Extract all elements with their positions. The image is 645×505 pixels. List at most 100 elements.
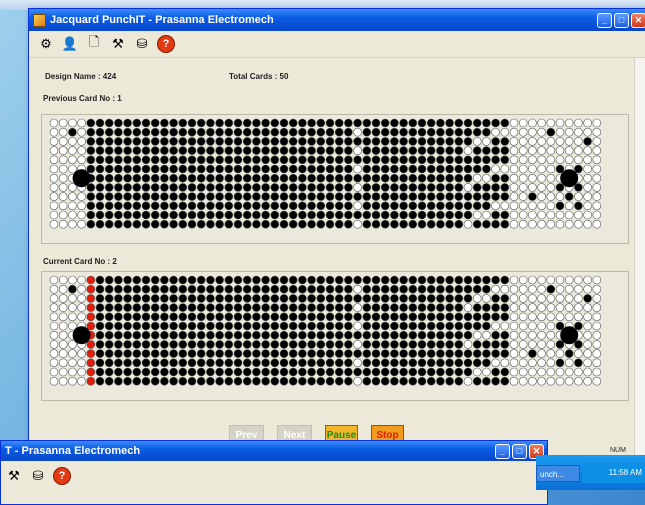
punch-hole xyxy=(509,294,519,303)
database-icon[interactable]: ⛁ xyxy=(29,467,47,485)
help-icon[interactable]: ? xyxy=(157,35,175,53)
punch-hole xyxy=(491,127,500,137)
maximize-icon[interactable]: □ xyxy=(614,12,629,28)
punch-hole xyxy=(555,275,565,285)
punch-hole xyxy=(316,155,326,165)
marker-hole xyxy=(560,326,579,345)
punch-hole xyxy=(491,173,500,183)
punch-hole xyxy=(104,349,114,358)
punch-hole xyxy=(288,173,298,183)
help-icon[interactable]: ? xyxy=(53,467,71,485)
punch-hole xyxy=(491,340,500,349)
punch-hole xyxy=(68,340,77,349)
punch-hole xyxy=(242,219,252,229)
database-icon[interactable]: ⛁ xyxy=(133,35,151,53)
punch-hole xyxy=(436,155,445,165)
punch-hole xyxy=(380,349,390,358)
punch-hole xyxy=(215,312,224,322)
punch-hole xyxy=(114,340,123,349)
punch-hole xyxy=(233,303,243,312)
punch-hole xyxy=(482,192,491,201)
punch-hole xyxy=(353,321,362,331)
punch-hole xyxy=(408,358,418,368)
punch-hole xyxy=(564,118,574,128)
punch-hole xyxy=(95,367,105,377)
minimize-icon[interactable]: _ xyxy=(495,443,510,459)
punch-hole xyxy=(518,137,528,146)
punch-hole xyxy=(288,183,298,192)
punch-hole xyxy=(518,164,528,174)
punch-hole xyxy=(454,312,464,322)
punch-hole xyxy=(325,127,335,137)
punch-hole xyxy=(334,321,344,331)
punch-hole xyxy=(150,358,160,368)
punch-hole xyxy=(353,192,362,201)
punch-hole xyxy=(178,219,188,229)
punch-hole xyxy=(574,146,583,155)
marker-hole xyxy=(72,169,91,188)
punch-hole xyxy=(68,294,77,303)
taskbar-task-button[interactable]: unch... xyxy=(536,465,580,482)
punch-hole xyxy=(546,275,556,285)
vertical-scrollbar[interactable] xyxy=(634,58,645,460)
punch-hole xyxy=(68,137,77,146)
punch-hole xyxy=(233,127,243,137)
punch-hole xyxy=(58,275,68,285)
punch-hole xyxy=(472,367,482,377)
punch-hole xyxy=(261,173,270,183)
punch-hole xyxy=(362,312,372,322)
punch-hole xyxy=(362,192,372,201)
close-icon[interactable]: ✕ xyxy=(631,12,645,28)
punch-hole xyxy=(353,303,362,312)
punch-hole xyxy=(334,340,344,349)
punch-hole xyxy=(187,118,197,128)
punch-hole xyxy=(242,358,252,368)
background-title-bar[interactable]: T - Prasanna Electromech _ □ ✕ xyxy=(1,441,547,461)
punch-hole xyxy=(298,349,307,358)
punch-hole xyxy=(417,127,427,137)
punch-hole xyxy=(150,367,160,377)
punch-hole xyxy=(307,294,316,303)
maximize-icon[interactable]: □ xyxy=(512,443,527,459)
punch-hole xyxy=(298,210,307,220)
punch-hole xyxy=(546,367,556,377)
title-bar[interactable]: Jacquard PunchIT - Prasanna Electromech … xyxy=(29,9,645,31)
punch-hole xyxy=(95,349,105,358)
punch-hole xyxy=(518,321,528,331)
punch-hole xyxy=(169,367,178,377)
tools-icon[interactable]: ⚒ xyxy=(5,467,23,485)
punch-hole xyxy=(261,303,270,312)
user-icon[interactable]: 👤 xyxy=(61,35,79,53)
punch-hole xyxy=(454,303,464,312)
punch-hole xyxy=(325,367,335,377)
punch-hole xyxy=(371,219,381,229)
punch-hole xyxy=(482,183,491,192)
tools-icon[interactable]: ⚒ xyxy=(109,35,127,53)
punch-hole xyxy=(187,312,197,322)
punch-hole xyxy=(169,164,178,174)
punch-hole xyxy=(325,192,335,201)
punch-hole xyxy=(528,330,537,340)
punch-hole xyxy=(68,146,77,155)
punch-hole xyxy=(574,219,583,229)
punch-hole xyxy=(86,340,96,349)
punch-hole xyxy=(77,146,86,155)
punch-hole xyxy=(169,192,178,201)
punch-hole xyxy=(574,303,583,312)
punch-hole xyxy=(445,118,454,128)
punch-hole xyxy=(141,376,151,386)
minimize-icon[interactable]: _ xyxy=(597,12,612,28)
punch-hole xyxy=(316,376,326,386)
punch-hole xyxy=(233,164,243,174)
punch-hole xyxy=(417,321,427,331)
punch-hole xyxy=(242,192,252,201)
document-icon[interactable]: 🗋 xyxy=(85,34,103,53)
punch-hole xyxy=(242,118,252,128)
punch-hole xyxy=(518,173,528,183)
punch-hole xyxy=(417,219,427,229)
punch-hole xyxy=(463,192,473,201)
punch-hole xyxy=(270,155,280,165)
settings-icon[interactable]: ⚙ xyxy=(37,35,55,53)
punch-hole xyxy=(49,312,59,322)
punch-hole xyxy=(445,219,454,229)
